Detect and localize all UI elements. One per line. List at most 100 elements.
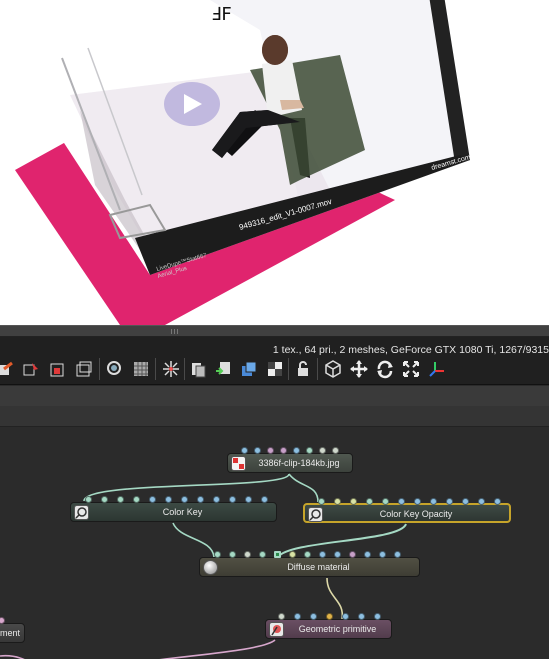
port-dot[interactable] bbox=[244, 551, 251, 558]
port-dot[interactable] bbox=[350, 498, 357, 505]
port-dot[interactable] bbox=[494, 498, 501, 505]
port-dot[interactable] bbox=[326, 613, 333, 620]
port-dot[interactable] bbox=[342, 613, 349, 620]
port-dot[interactable] bbox=[334, 498, 341, 505]
wire-clip-colorkeyopacity bbox=[288, 473, 319, 503]
grid-icon[interactable] bbox=[131, 359, 151, 379]
3d-viewport[interactable]: ℲF 949316_edit_V1-0007.mov dreamst.com L… bbox=[0, 0, 549, 325]
cursor-icon[interactable] bbox=[22, 359, 42, 379]
node-label: Geometric primitive bbox=[298, 624, 377, 634]
node-graph[interactable]: 3386f-clip-184kb.jpg Color Key Color Key… bbox=[0, 428, 549, 659]
port-dot[interactable] bbox=[349, 551, 356, 558]
node-diffuse-material[interactable]: Diffuse material bbox=[199, 551, 420, 577]
port-dot[interactable] bbox=[259, 551, 266, 558]
magnify-icon[interactable] bbox=[105, 359, 125, 379]
port-dot[interactable] bbox=[133, 496, 140, 503]
port-dot[interactable] bbox=[478, 498, 485, 505]
viewport-toolbar: 1 tex., 64 pri., 2 meshes, GeForce GTX 1… bbox=[0, 337, 549, 385]
cube-icon[interactable] bbox=[323, 359, 343, 379]
port-dot[interactable] bbox=[289, 551, 296, 558]
port-dot[interactable] bbox=[278, 613, 285, 620]
toolbar-separator bbox=[155, 358, 156, 380]
node-color-key-opacity[interactable]: Color Key Opacity bbox=[303, 498, 511, 523]
axes-icon[interactable] bbox=[427, 359, 447, 379]
select-icon[interactable] bbox=[48, 359, 68, 379]
node-label: Color Key Opacity bbox=[379, 509, 453, 519]
port-dot[interactable] bbox=[213, 496, 220, 503]
rotate-icon[interactable] bbox=[375, 359, 395, 379]
brand-logo: ℲF bbox=[211, 4, 232, 25]
port-dot[interactable] bbox=[398, 498, 405, 505]
port-dot[interactable] bbox=[254, 447, 261, 454]
port-dot[interactable] bbox=[101, 496, 108, 503]
paint-icon[interactable] bbox=[0, 359, 16, 379]
stack-icon[interactable] bbox=[239, 359, 259, 379]
move-icon[interactable] bbox=[349, 359, 369, 379]
import-icon[interactable] bbox=[213, 359, 233, 379]
node-geometric-primitive[interactable]: Geometric primitive bbox=[265, 613, 392, 639]
port-dot[interactable] bbox=[267, 447, 274, 454]
port-dot[interactable] bbox=[366, 498, 373, 505]
port-dot[interactable] bbox=[358, 613, 365, 620]
port-dot[interactable] bbox=[319, 447, 326, 454]
port-dot[interactable] bbox=[85, 496, 92, 503]
port-dot[interactable] bbox=[318, 498, 325, 505]
color-key-icon bbox=[74, 505, 89, 520]
port-dot[interactable] bbox=[165, 496, 172, 503]
layers-icon[interactable] bbox=[74, 359, 94, 379]
toolbar-separator bbox=[184, 358, 185, 380]
port-dot[interactable] bbox=[382, 498, 389, 505]
port-dot[interactable] bbox=[293, 447, 300, 454]
node-label: Diffuse material bbox=[287, 562, 350, 572]
port-dot[interactable] bbox=[0, 617, 5, 624]
port-dot[interactable] bbox=[229, 551, 236, 558]
port-dot[interactable] bbox=[394, 551, 401, 558]
port-dot-selected[interactable] bbox=[274, 551, 281, 558]
node-texture-clip[interactable]: 3386f-clip-184kb.jpg bbox=[227, 447, 353, 473]
node-color-key[interactable]: Color Key bbox=[70, 496, 277, 522]
port-dot[interactable] bbox=[197, 496, 204, 503]
port-dot[interactable] bbox=[462, 498, 469, 505]
checker-icon[interactable] bbox=[265, 359, 285, 379]
port-dot[interactable] bbox=[364, 551, 371, 558]
port-dot[interactable] bbox=[117, 496, 124, 503]
port-dot[interactable] bbox=[229, 496, 236, 503]
play-button[interactable] bbox=[164, 82, 220, 126]
port-dot[interactable] bbox=[334, 551, 341, 558]
port-dot[interactable] bbox=[214, 551, 221, 558]
expand-icon[interactable] bbox=[401, 359, 421, 379]
port-dot[interactable] bbox=[430, 498, 437, 505]
port-dot[interactable] bbox=[245, 496, 252, 503]
port-dot[interactable] bbox=[304, 551, 311, 558]
geometry-icon bbox=[269, 622, 284, 637]
panel-splitter[interactable] bbox=[0, 325, 549, 337]
graph-panel-subheader bbox=[0, 406, 549, 427]
port-dot[interactable] bbox=[332, 447, 339, 454]
wire-geometric-out bbox=[159, 639, 276, 659]
render-stats: 1 tex., 64 pri., 2 meshes, GeForce GTX 1… bbox=[272, 344, 549, 356]
viewport-scene: ℲF 949316_edit_V1-0007.mov dreamst.com L… bbox=[10, 0, 472, 325]
port-dot[interactable] bbox=[310, 613, 317, 620]
graph-panel-header bbox=[0, 386, 549, 406]
port-dot[interactable] bbox=[149, 496, 156, 503]
lock-icon[interactable] bbox=[293, 359, 313, 379]
wire-opacity-diffuse bbox=[277, 523, 407, 558]
toolbar-separator bbox=[317, 358, 318, 380]
port-dot[interactable] bbox=[241, 447, 248, 454]
port-dot[interactable] bbox=[261, 496, 268, 503]
splitter-grip[interactable] bbox=[171, 329, 179, 334]
node-partial-left[interactable]: ment bbox=[0, 617, 25, 643]
port-dot[interactable] bbox=[414, 498, 421, 505]
port-dot[interactable] bbox=[379, 551, 386, 558]
port-dot[interactable] bbox=[181, 496, 188, 503]
copy-icon[interactable] bbox=[188, 359, 208, 379]
port-dot[interactable] bbox=[446, 498, 453, 505]
node-label: ment bbox=[0, 628, 21, 638]
port-dot[interactable] bbox=[294, 613, 301, 620]
wire-colorkey-diffuse bbox=[172, 522, 215, 558]
port-dot[interactable] bbox=[374, 613, 381, 620]
port-dot[interactable] bbox=[319, 551, 326, 558]
port-dot[interactable] bbox=[280, 447, 287, 454]
sparkle-icon[interactable] bbox=[161, 359, 181, 379]
port-dot[interactable] bbox=[306, 447, 313, 454]
